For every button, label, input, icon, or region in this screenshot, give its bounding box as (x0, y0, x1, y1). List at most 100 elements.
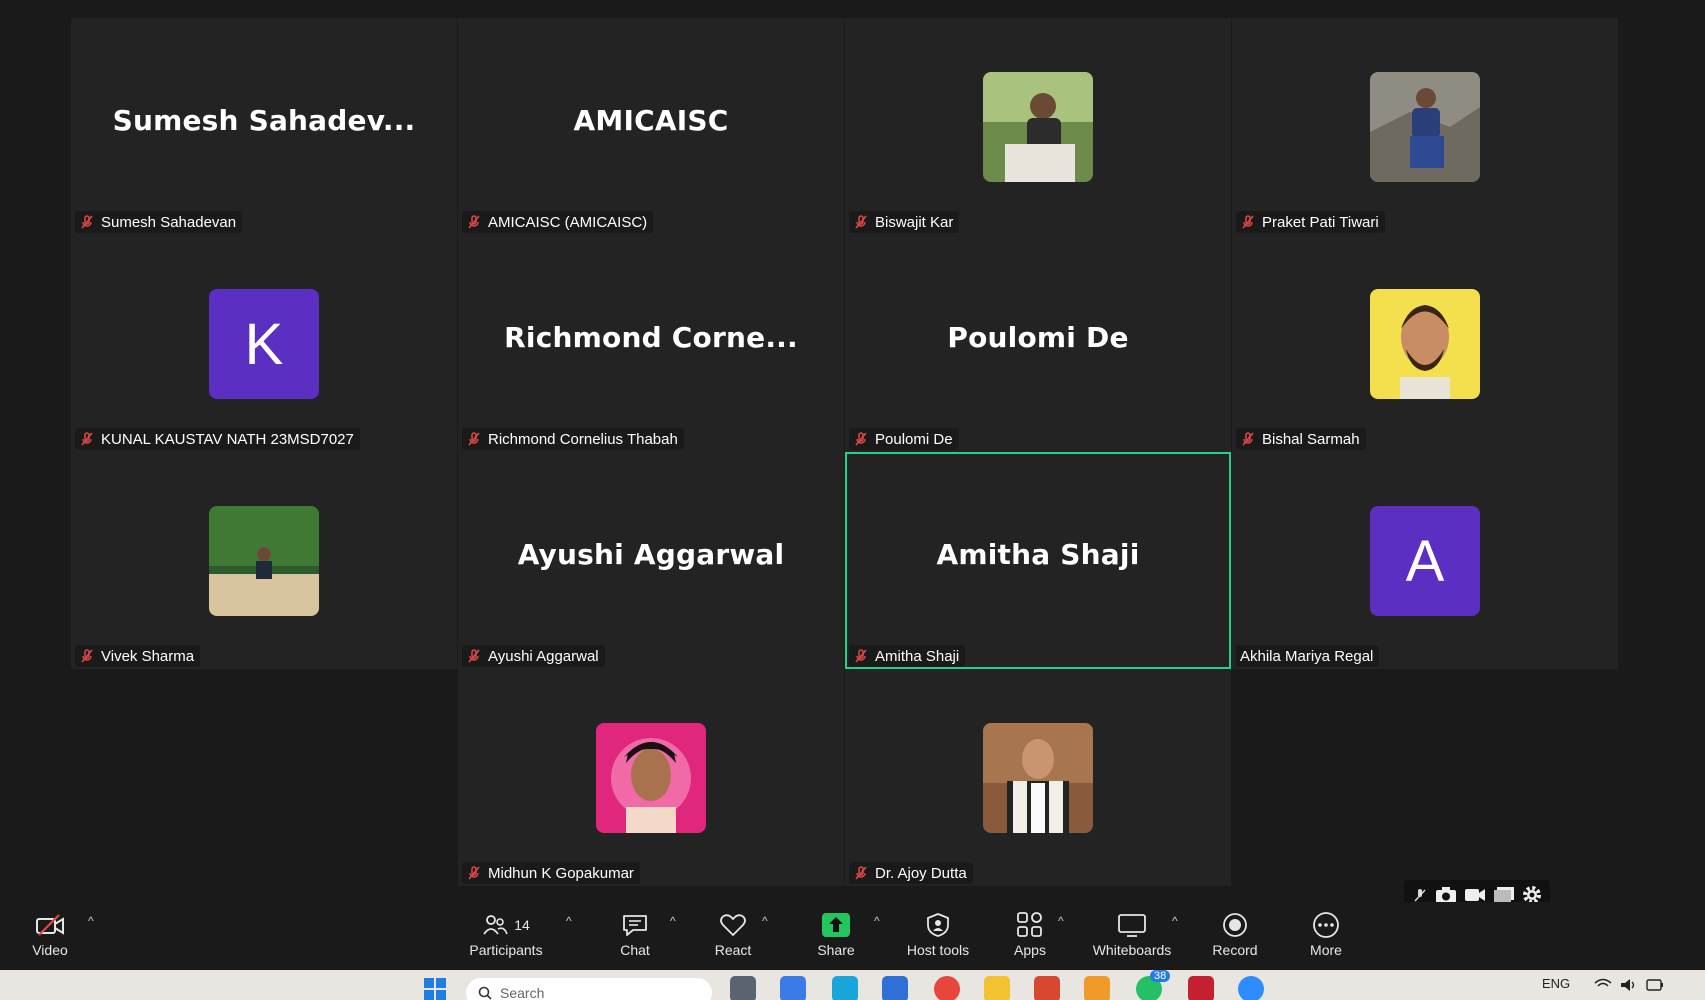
profile-photo (1370, 289, 1480, 399)
mic-muted-icon (468, 215, 480, 229)
share-options-chevron-icon[interactable]: ^ (874, 914, 880, 928)
participants-count: 14 (514, 917, 530, 933)
mic-muted-icon (468, 649, 480, 663)
profile-photo (1370, 72, 1480, 182)
participant-tile[interactable]: AMICAISC AMICAISC (AMICAISC) (458, 18, 844, 235)
chrome-browser-icon[interactable] (934, 976, 960, 1000)
edge-browser-icon[interactable] (832, 976, 858, 1000)
microsoft-store-icon[interactable] (882, 976, 908, 1000)
profile-photo (596, 723, 706, 833)
participant-name: Sumesh Sahadevan (101, 213, 237, 231)
participant-label: Sumesh Sahadevan (75, 211, 243, 233)
shield-icon (927, 913, 949, 937)
participant-tile[interactable]: Dr. Ajoy Dutta (845, 669, 1231, 886)
participant-name: Praket Pati Tiwari (1262, 213, 1379, 231)
participant-label: Richmond Cornelius Thabah (462, 428, 684, 450)
heart-icon (720, 914, 746, 936)
video-button[interactable]: Video (28, 910, 72, 966)
mic-muted-icon (855, 649, 867, 663)
zoom-app-icon[interactable] (1238, 976, 1264, 1000)
record-icon (1223, 913, 1247, 937)
participant-tile[interactable]: Richmond Corne... Richmond Cornelius Tha… (458, 235, 844, 452)
participant-label: KUNAL KAUSTAV NATH 23MSD7027 (75, 428, 360, 450)
mic-muted-icon (855, 866, 867, 880)
participant-display-name: Ayushi Aggarwal (517, 538, 785, 571)
participant-tile[interactable]: Midhun K Gopakumar (458, 669, 844, 886)
battery-icon[interactable] (1646, 978, 1664, 992)
participant-name: KUNAL KAUSTAV NATH 23MSD7027 (101, 430, 354, 448)
file-explorer-icon[interactable] (984, 976, 1010, 1000)
matlab-icon[interactable] (1034, 976, 1060, 1000)
more-icon (1313, 912, 1339, 938)
mic-muted-icon (855, 215, 867, 229)
initial-avatar: K (209, 289, 319, 399)
apps-button[interactable]: Apps (1010, 910, 1050, 966)
whiteboards-options-chevron-icon[interactable]: ^ (1172, 914, 1178, 928)
participant-tile[interactable]: Ayushi Aggarwal Ayushi Aggarwal (458, 452, 844, 669)
participant-tile-active-speaker[interactable]: Amitha Shaji Amitha Shaji (845, 452, 1231, 669)
task-view-icon[interactable] (730, 976, 756, 1000)
wifi-icon[interactable] (1594, 978, 1612, 992)
app-icon[interactable] (1084, 976, 1110, 1000)
participant-tile[interactable]: Biswajit Kar (845, 18, 1231, 235)
participant-name: Midhun K Gopakumar (488, 864, 634, 882)
participants-label: Participants (469, 942, 543, 958)
participant-tile[interactable]: Praket Pati Tiwari (1232, 18, 1618, 235)
initial-avatar: A (1370, 506, 1480, 616)
participant-name: Vivek Sharma (101, 647, 195, 665)
video-label: Video (32, 942, 68, 958)
participant-tile[interactable]: Sumesh Sahadev... Sumesh Sahadevan (71, 18, 457, 235)
taskbar-search-input[interactable]: Search (466, 978, 712, 1000)
participant-tile[interactable]: Vivek Sharma (71, 452, 457, 669)
participant-label: Midhun K Gopakumar (462, 862, 640, 884)
pdf-reader-icon[interactable] (1188, 976, 1214, 1000)
meeting-toolbar: Video ^ 14 Participants ^ Chat ^ React ^ (0, 902, 1705, 970)
participant-tile[interactable]: Bishal Sarmah (1232, 235, 1618, 452)
whiteboards-button[interactable]: Whiteboards (1090, 910, 1174, 966)
record-button[interactable]: Record (1210, 910, 1260, 966)
profile-photo (983, 72, 1093, 182)
participant-name: Dr. Ajoy Dutta (875, 864, 967, 882)
react-label: React (714, 942, 752, 958)
mic-muted-icon (855, 432, 867, 446)
participant-name: Poulomi De (875, 430, 953, 448)
host-tools-label: Host tools (906, 942, 970, 958)
record-label: Record (1212, 942, 1258, 958)
volume-icon[interactable] (1620, 978, 1638, 992)
video-options-chevron-icon[interactable]: ^ (88, 914, 94, 928)
react-button[interactable]: React (710, 910, 756, 966)
participants-button[interactable]: 14 Participants (466, 910, 546, 966)
language-indicator[interactable]: ENG (1542, 976, 1570, 991)
participant-tile[interactable]: Poulomi De Poulomi De (845, 235, 1231, 452)
more-label: More (1310, 942, 1342, 958)
apps-label: Apps (1014, 942, 1046, 958)
participant-name: Biswajit Kar (875, 213, 954, 231)
chat-button[interactable]: Chat (612, 910, 658, 966)
whatsapp-badge: 38 (1150, 970, 1171, 982)
copilot-icon[interactable] (780, 976, 806, 1000)
react-options-chevron-icon[interactable]: ^ (762, 914, 768, 928)
chat-label: Chat (620, 942, 650, 958)
participant-display-name: Poulomi De (947, 321, 1129, 354)
windows-taskbar: Search 38 ENG (0, 970, 1705, 1000)
participant-name: Richmond Cornelius Thabah (488, 430, 678, 448)
mic-status-icon[interactable] (1412, 887, 1428, 903)
mic-muted-icon (1242, 215, 1254, 229)
participant-label: Vivek Sharma (75, 645, 201, 667)
participant-display-name: Sumesh Sahadev... (112, 104, 416, 137)
participant-name: Amitha Shaji (875, 647, 960, 665)
windows-start-icon[interactable] (422, 976, 448, 1000)
participant-label: Poulomi De (849, 428, 959, 450)
chat-options-chevron-icon[interactable]: ^ (670, 914, 676, 928)
participants-options-chevron-icon[interactable]: ^ (566, 914, 572, 928)
participant-tile[interactable]: K KUNAL KAUSTAV NATH 23MSD7027 (71, 235, 457, 452)
host-tools-button[interactable]: Host tools (904, 910, 972, 966)
mic-muted-icon (81, 432, 93, 446)
more-button[interactable]: More (1306, 910, 1346, 966)
profile-photo (983, 723, 1093, 833)
participant-display-name: Amitha Shaji (936, 538, 1140, 571)
apps-options-chevron-icon[interactable]: ^ (1058, 914, 1064, 928)
share-button[interactable]: Share (814, 910, 858, 966)
participant-tile[interactable]: A Akhila Mariya Regal (1232, 452, 1618, 669)
video-camera-icon[interactable] (1464, 887, 1486, 903)
